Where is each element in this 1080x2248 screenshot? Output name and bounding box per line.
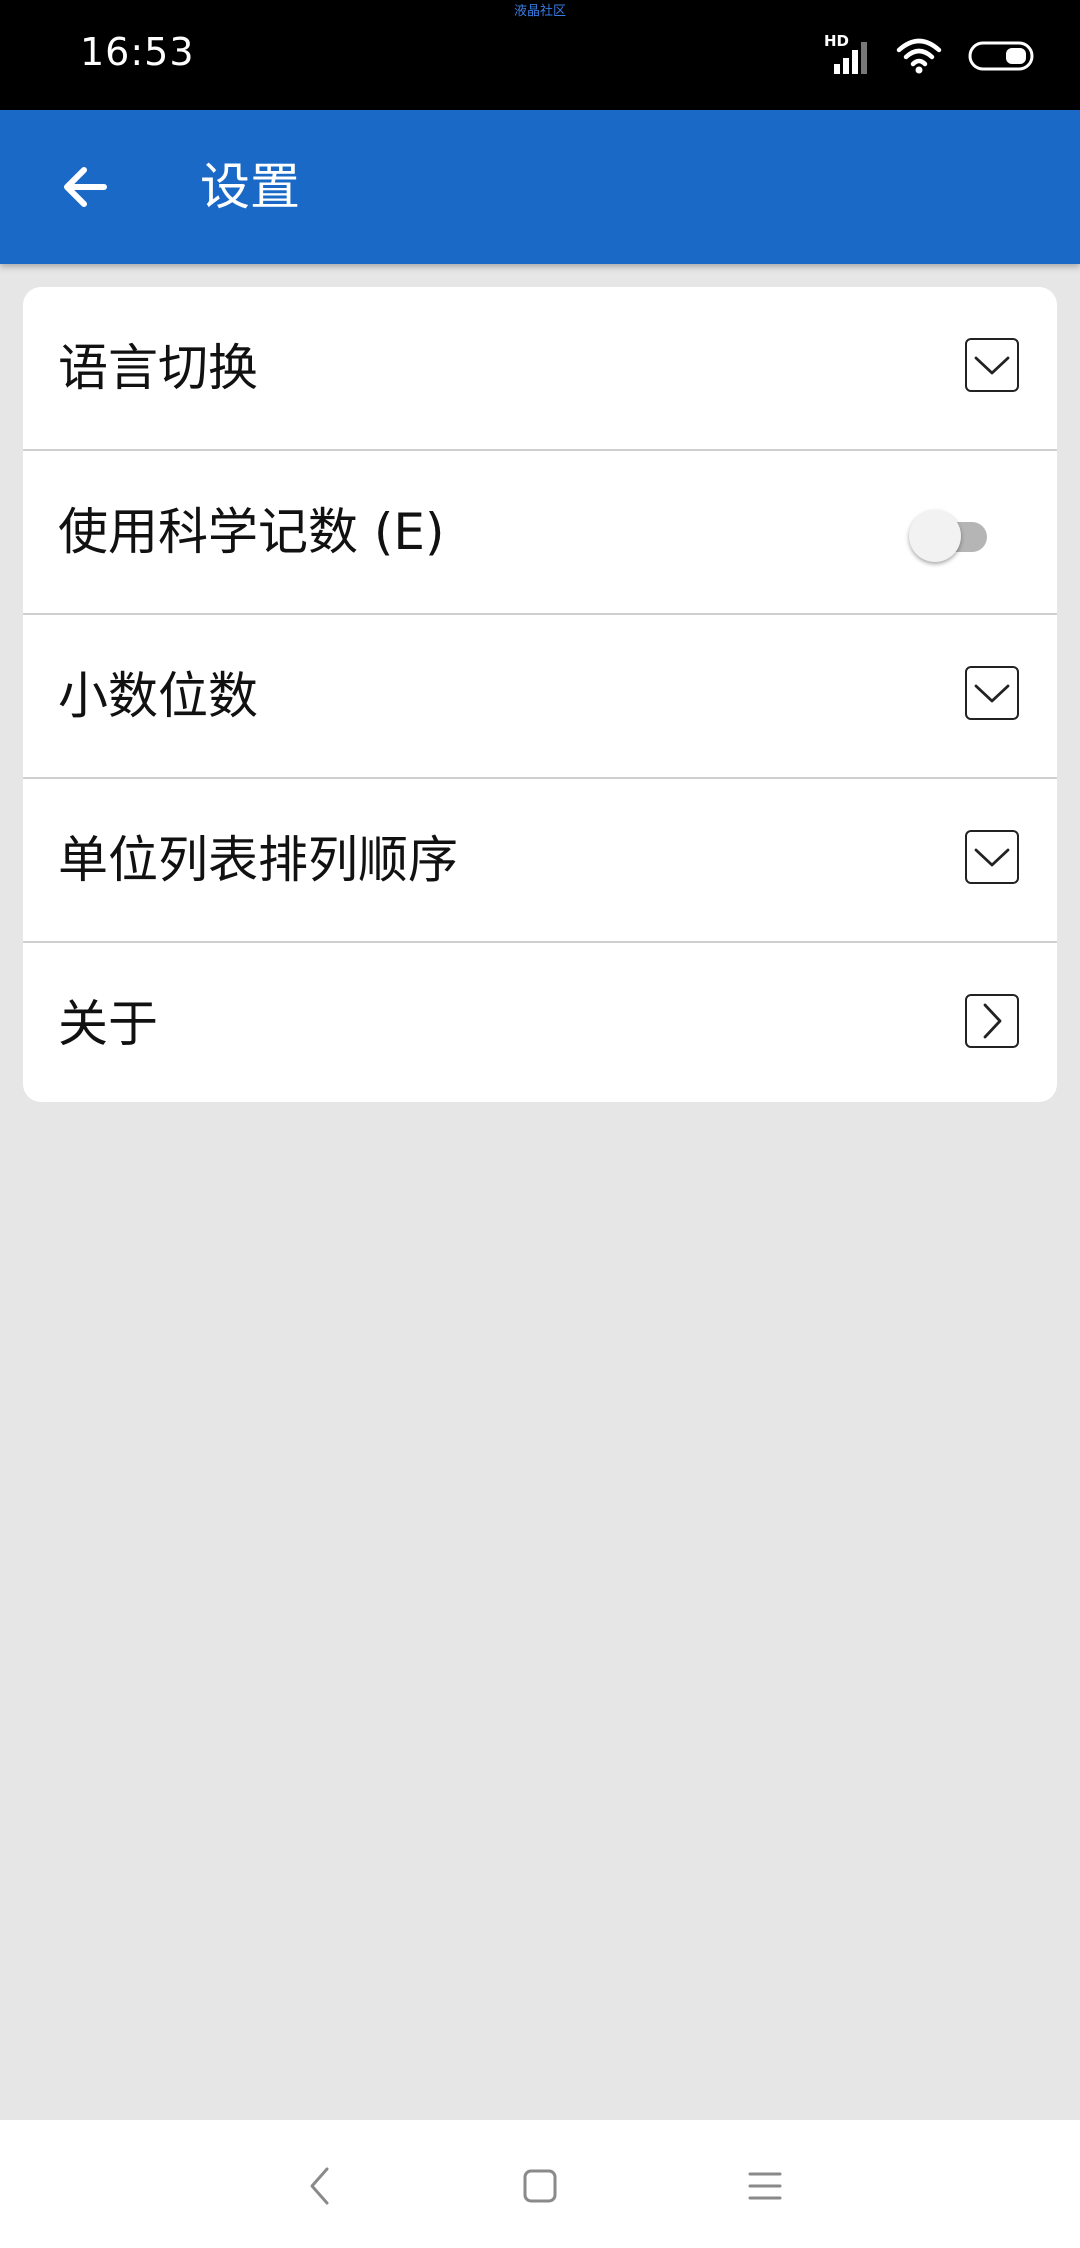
back-nav-icon xyxy=(310,2167,329,2205)
setting-about[interactable]: 关于 xyxy=(23,943,1057,1102)
battery-icon xyxy=(968,40,1036,72)
settings-card: 语言切换 使用科学记数 (E) 小数位数 单位列表排列顺序 关于 xyxy=(23,287,1057,1102)
setting-label: 使用科学记数 (E) xyxy=(58,503,445,561)
setting-label: 语言切换 xyxy=(58,339,258,397)
toggle-thumb xyxy=(909,510,961,562)
network-type-label: HD xyxy=(824,32,850,50)
menu-nav-icon xyxy=(748,2172,782,2200)
home-nav-icon xyxy=(523,2169,557,2203)
nav-home-button[interactable] xyxy=(510,2156,570,2216)
nav-back-button[interactable] xyxy=(290,2156,350,2216)
arrow-left-icon xyxy=(64,167,107,207)
navigation-bar xyxy=(0,2120,1080,2248)
wifi-icon xyxy=(896,38,942,74)
setting-label: 单位列表排列顺序 xyxy=(58,831,458,889)
chevron-right-icon xyxy=(983,1003,1002,1039)
chevron-down-icon xyxy=(974,684,1010,703)
about-button[interactable] xyxy=(965,994,1019,1048)
dropdown-button[interactable] xyxy=(965,666,1019,720)
status-icons: HD xyxy=(824,32,1036,78)
nav-menu-button[interactable] xyxy=(735,2156,795,2216)
setting-label: 小数位数 xyxy=(58,667,258,725)
page-title: 设置 xyxy=(200,158,300,216)
chevron-down-icon xyxy=(974,848,1010,867)
dropdown-button[interactable] xyxy=(965,830,1019,884)
status-bar: 液晶社区 16:53 HD xyxy=(0,0,1080,110)
setting-decimal-places[interactable]: 小数位数 xyxy=(23,615,1057,779)
back-button[interactable] xyxy=(40,142,130,232)
setting-unit-list-order[interactable]: 单位列表排列顺序 xyxy=(23,779,1057,943)
setting-label: 关于 xyxy=(58,995,158,1053)
signal-icon: HD xyxy=(824,32,870,76)
status-time: 16:53 xyxy=(80,30,195,74)
scientific-notation-toggle[interactable] xyxy=(909,508,993,562)
dropdown-button[interactable] xyxy=(965,338,1019,392)
setting-language[interactable]: 语言切换 xyxy=(23,287,1057,451)
chevron-down-icon xyxy=(974,356,1010,375)
app-bar: 设置 xyxy=(0,110,1080,264)
status-watermark: 液晶社区 xyxy=(513,4,566,19)
setting-scientific-notation[interactable]: 使用科学记数 (E) xyxy=(23,451,1057,615)
